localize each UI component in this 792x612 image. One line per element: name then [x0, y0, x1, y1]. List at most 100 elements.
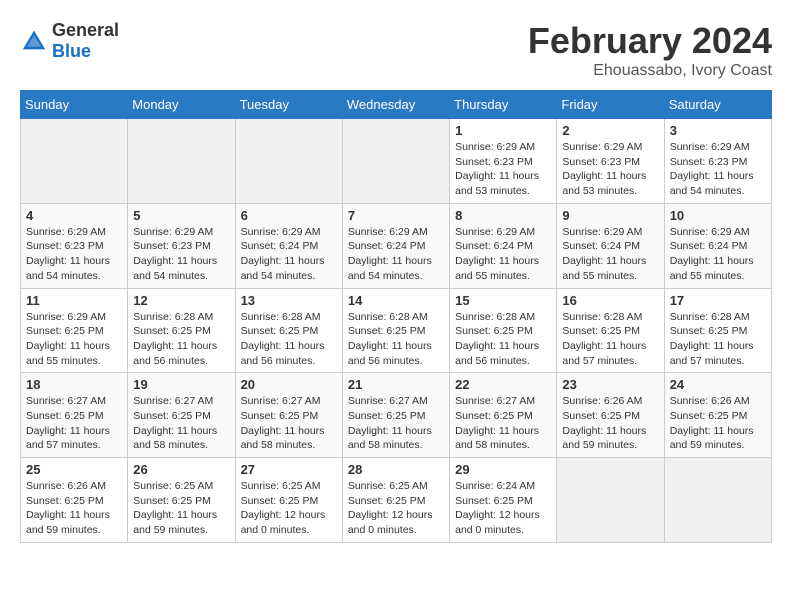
- calendar-cell: [21, 119, 128, 204]
- calendar-cell: 23Sunrise: 6:26 AM Sunset: 6:25 PM Dayli…: [557, 373, 664, 458]
- day-info: Sunrise: 6:27 AM Sunset: 6:25 PM Dayligh…: [241, 394, 337, 453]
- day-info: Sunrise: 6:24 AM Sunset: 6:25 PM Dayligh…: [455, 479, 551, 538]
- calendar-cell: 14 Sunrise: 6:28 AM Sunset: 6:25 PM Dayli…: [342, 288, 449, 373]
- day-number: 17: [670, 293, 766, 308]
- day-of-week-header: Thursday: [450, 91, 557, 119]
- calendar-cell: [235, 119, 342, 204]
- calendar-week-row: 25 Sunrise: 6:26 AM Sunset: 6:25 PM Dayli…: [21, 458, 772, 543]
- day-number: 13: [241, 293, 337, 308]
- day-info: Sunrise: 6:28 AM Sunset: 6:25 PM Dayligh…: [670, 310, 766, 369]
- month-year-title: February 2024: [528, 20, 772, 62]
- day-of-week-header: Friday: [557, 91, 664, 119]
- day-number: 5: [133, 208, 229, 223]
- day-number: 25: [26, 462, 122, 477]
- calendar-cell: 22Sunrise: 6:27 AM Sunset: 6:25 PM Dayli…: [450, 373, 557, 458]
- day-info: Sunrise: 6:29 AM Sunset: 6:23 PM Dayligh…: [670, 140, 766, 199]
- day-info: Sunrise: 6:29 AM Sunset: 6:23 PM Dayligh…: [133, 225, 229, 284]
- day-info: Sunrise: 6:29 AM Sunset: 6:24 PM Dayligh…: [562, 225, 658, 284]
- calendar-week-row: 4 Sunrise: 6:29 AM Sunset: 6:23 PM Daylig…: [21, 203, 772, 288]
- calendar-cell: [557, 458, 664, 543]
- logo: General Blue: [20, 20, 119, 62]
- calendar-cell: 4 Sunrise: 6:29 AM Sunset: 6:23 PM Daylig…: [21, 203, 128, 288]
- logo-blue-text: Blue: [52, 41, 91, 61]
- location-subtitle: Ehouassabo, Ivory Coast: [528, 62, 772, 80]
- day-info: Sunrise: 6:29 AM Sunset: 6:24 PM Dayligh…: [348, 225, 444, 284]
- day-number: 20: [241, 377, 337, 392]
- day-info: Sunrise: 6:28 AM Sunset: 6:25 PM Dayligh…: [455, 310, 551, 369]
- day-info: Sunrise: 6:26 AM Sunset: 6:25 PM Dayligh…: [562, 394, 658, 453]
- calendar-cell: 18 Sunrise: 6:27 AM Sunset: 6:25 PM Dayli…: [21, 373, 128, 458]
- day-number: 8: [455, 208, 551, 223]
- calendar-cell: 16 Sunrise: 6:28 AM Sunset: 6:25 PM Dayli…: [557, 288, 664, 373]
- day-info: Sunrise: 6:25 AM Sunset: 6:25 PM Dayligh…: [241, 479, 337, 538]
- calendar-cell: 17 Sunrise: 6:28 AM Sunset: 6:25 PM Dayli…: [664, 288, 771, 373]
- logo-general-text: General: [52, 20, 119, 40]
- day-info: Sunrise: 6:28 AM Sunset: 6:25 PM Dayligh…: [241, 310, 337, 369]
- day-info: Sunrise: 6:29 AM Sunset: 6:24 PM Dayligh…: [670, 225, 766, 284]
- page-header: General Blue February 2024 Ehouassabo, I…: [20, 20, 772, 80]
- calendar-week-row: 1 Sunrise: 6:29 AM Sunset: 6:23 PM Daylig…: [21, 119, 772, 204]
- day-number: 1: [455, 123, 551, 138]
- day-number: 29: [455, 462, 551, 477]
- day-number: 3: [670, 123, 766, 138]
- calendar-cell: 12Sunrise: 6:28 AM Sunset: 6:25 PM Dayli…: [128, 288, 235, 373]
- day-info: Sunrise: 6:26 AM Sunset: 6:25 PM Dayligh…: [26, 479, 122, 538]
- calendar-week-row: 11Sunrise: 6:29 AM Sunset: 6:25 PM Dayli…: [21, 288, 772, 373]
- day-info: Sunrise: 6:29 AM Sunset: 6:25 PM Dayligh…: [26, 310, 122, 369]
- day-info: Sunrise: 6:29 AM Sunset: 6:24 PM Dayligh…: [241, 225, 337, 284]
- day-of-week-header: Tuesday: [235, 91, 342, 119]
- day-info: Sunrise: 6:29 AM Sunset: 6:24 PM Dayligh…: [455, 225, 551, 284]
- calendar-cell: 10 Sunrise: 6:29 AM Sunset: 6:24 PM Dayli…: [664, 203, 771, 288]
- day-info: Sunrise: 6:27 AM Sunset: 6:25 PM Dayligh…: [133, 394, 229, 453]
- day-info: Sunrise: 6:28 AM Sunset: 6:25 PM Dayligh…: [562, 310, 658, 369]
- day-info: Sunrise: 6:29 AM Sunset: 6:23 PM Dayligh…: [26, 225, 122, 284]
- calendar-cell: 6Sunrise: 6:29 AM Sunset: 6:24 PM Daylig…: [235, 203, 342, 288]
- day-number: 16: [562, 293, 658, 308]
- calendar-cell: [128, 119, 235, 204]
- day-number: 18: [26, 377, 122, 392]
- day-info: Sunrise: 6:27 AM Sunset: 6:25 PM Dayligh…: [348, 394, 444, 453]
- calendar-cell: 1 Sunrise: 6:29 AM Sunset: 6:23 PM Daylig…: [450, 119, 557, 204]
- calendar-cell: 13 Sunrise: 6:28 AM Sunset: 6:25 PM Dayli…: [235, 288, 342, 373]
- day-number: 27: [241, 462, 337, 477]
- day-number: 2: [562, 123, 658, 138]
- calendar-cell: 7Sunrise: 6:29 AM Sunset: 6:24 PM Daylig…: [342, 203, 449, 288]
- calendar-cell: 21 Sunrise: 6:27 AM Sunset: 6:25 PM Dayli…: [342, 373, 449, 458]
- day-number: 28: [348, 462, 444, 477]
- calendar-cell: 20 Sunrise: 6:27 AM Sunset: 6:25 PM Dayli…: [235, 373, 342, 458]
- day-info: Sunrise: 6:25 AM Sunset: 6:25 PM Dayligh…: [133, 479, 229, 538]
- day-number: 21: [348, 377, 444, 392]
- day-info: Sunrise: 6:29 AM Sunset: 6:23 PM Dayligh…: [455, 140, 551, 199]
- day-of-week-header: Wednesday: [342, 91, 449, 119]
- day-info: Sunrise: 6:25 AM Sunset: 6:25 PM Dayligh…: [348, 479, 444, 538]
- day-of-week-header: Monday: [128, 91, 235, 119]
- day-info: Sunrise: 6:28 AM Sunset: 6:25 PM Dayligh…: [348, 310, 444, 369]
- day-of-week-header: Sunday: [21, 91, 128, 119]
- calendar-cell: [664, 458, 771, 543]
- day-number: 22: [455, 377, 551, 392]
- calendar-cell: 29 Sunrise: 6:24 AM Sunset: 6:25 PM Dayli…: [450, 458, 557, 543]
- day-info: Sunrise: 6:26 AM Sunset: 6:25 PM Dayligh…: [670, 394, 766, 453]
- day-number: 26: [133, 462, 229, 477]
- calendar-cell: 19Sunrise: 6:27 AM Sunset: 6:25 PM Dayli…: [128, 373, 235, 458]
- calendar-cell: 2 Sunrise: 6:29 AM Sunset: 6:23 PM Daylig…: [557, 119, 664, 204]
- day-info: Sunrise: 6:29 AM Sunset: 6:23 PM Dayligh…: [562, 140, 658, 199]
- day-number: 10: [670, 208, 766, 223]
- day-number: 14: [348, 293, 444, 308]
- day-info: Sunrise: 6:27 AM Sunset: 6:25 PM Dayligh…: [26, 394, 122, 453]
- calendar-cell: 26 Sunrise: 6:25 AM Sunset: 6:25 PM Dayli…: [128, 458, 235, 543]
- calendar-header-row: SundayMondayTuesdayWednesdayThursdayFrid…: [21, 91, 772, 119]
- calendar-cell: [342, 119, 449, 204]
- calendar-cell: 3 Sunrise: 6:29 AM Sunset: 6:23 PM Daylig…: [664, 119, 771, 204]
- calendar-table: SundayMondayTuesdayWednesdayThursdayFrid…: [20, 90, 772, 543]
- calendar-week-row: 18 Sunrise: 6:27 AM Sunset: 6:25 PM Dayli…: [21, 373, 772, 458]
- calendar-cell: 28 Sunrise: 6:25 AM Sunset: 6:25 PM Dayli…: [342, 458, 449, 543]
- day-number: 24: [670, 377, 766, 392]
- day-number: 15: [455, 293, 551, 308]
- calendar-cell: 15 Sunrise: 6:28 AM Sunset: 6:25 PM Dayli…: [450, 288, 557, 373]
- calendar-cell: 5 Sunrise: 6:29 AM Sunset: 6:23 PM Daylig…: [128, 203, 235, 288]
- logo-icon: [20, 27, 48, 55]
- calendar-cell: 11Sunrise: 6:29 AM Sunset: 6:25 PM Dayli…: [21, 288, 128, 373]
- day-number: 4: [26, 208, 122, 223]
- title-block: February 2024 Ehouassabo, Ivory Coast: [528, 20, 772, 80]
